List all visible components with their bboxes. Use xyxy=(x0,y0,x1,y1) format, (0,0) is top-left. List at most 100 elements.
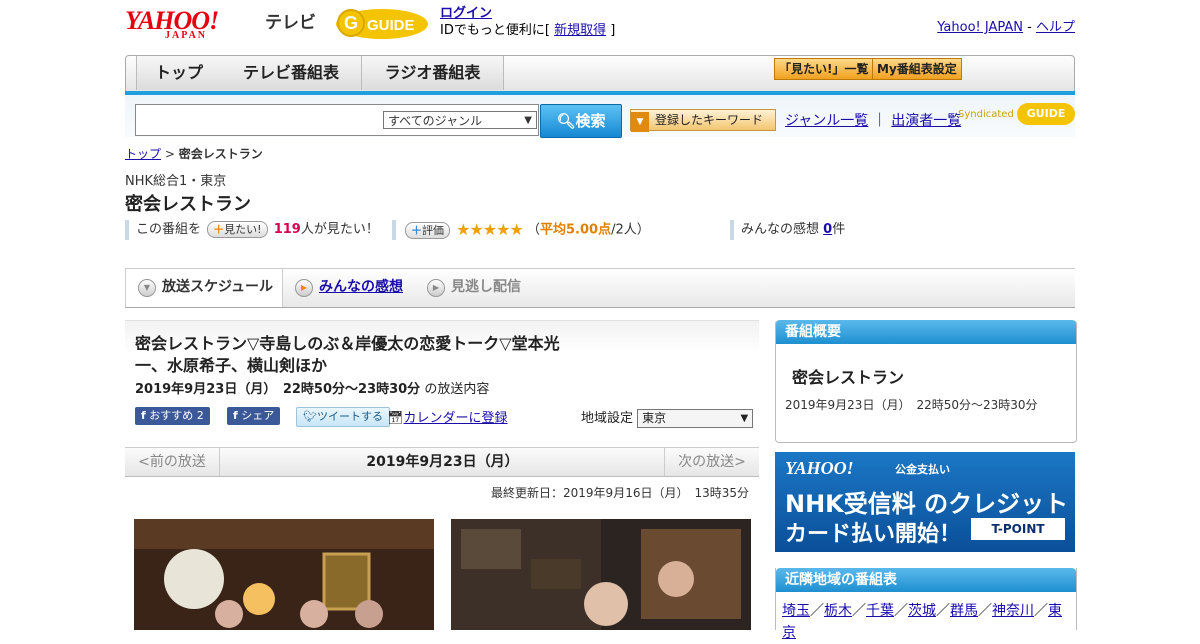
login-link[interactable]: ログイン xyxy=(440,6,492,21)
dropdown-arrow-icon: ▼ xyxy=(524,115,532,126)
pref-link[interactable]: 茨城 xyxy=(908,603,936,619)
current-broadcast-date: 2019年9月23日（月） xyxy=(366,454,519,470)
syndicated-gguide: Syndicated GUIDE xyxy=(958,103,1075,125)
main-nav: トップ テレビ番組表 ラジオ番組表 「見たい!」一覧 My番組表設定 xyxy=(125,55,1075,93)
next-broadcast-button[interactable]: 次の放送> xyxy=(664,448,759,476)
service-name[interactable]: テレビ xyxy=(265,8,316,33)
pref-link[interactable]: 群馬 xyxy=(950,603,978,619)
banner-yahoo-logo: YAHOO! xyxy=(785,458,854,478)
chevron-down-icon: ▼ xyxy=(138,279,156,297)
impressions-unit: 件 xyxy=(832,222,846,237)
tab-schedule[interactable]: ▼ 放送スケジュール xyxy=(125,269,283,307)
genre-links: ジャンル一覧 ｜ 出演者一覧 xyxy=(785,113,962,129)
nearby-heading: 近隣地域の番組表 xyxy=(776,568,1076,592)
pref-sep: ／ xyxy=(810,603,824,619)
facebook-icon: f xyxy=(141,409,146,422)
gguide-small-logo: GUIDE xyxy=(1017,103,1075,125)
yahoo-logo[interactable]: YAHOO! JAPAN xyxy=(125,6,219,41)
nav-tab-radio[interactable]: ラジオ番組表 xyxy=(362,56,504,90)
gguide-logo: G GUIDE xyxy=(336,9,428,39)
search-button-label: 検索 xyxy=(575,112,606,130)
episode-title: 密会レストラン▽寺島しのぶ＆岸優太の恋愛トーク▽堂本光一、水原希子、横山剣ほか xyxy=(135,334,560,375)
signup-link[interactable]: 新規取得 xyxy=(554,23,606,38)
overview-title: 密会レストラン xyxy=(792,368,905,387)
tab-schedule-label: 放送スケジュール xyxy=(162,279,274,295)
nav-tab-top[interactable]: トップ xyxy=(136,56,222,90)
facebook-recommend-button[interactable]: f おすすめ 2 xyxy=(135,407,210,425)
keyword-button-label: 登録したキーワード xyxy=(655,113,764,127)
want-prefix: この番組を xyxy=(136,222,202,237)
impressions-count[interactable]: 0 xyxy=(823,222,832,237)
breadcrumb-sep: > xyxy=(164,147,175,161)
want-button-label: 見たい! xyxy=(224,223,262,236)
program-photo-2 xyxy=(451,519,751,630)
rate-button[interactable]: ＋評価 xyxy=(405,221,450,239)
station-name: NHK総合1・東京 xyxy=(125,174,227,189)
search-button[interactable]: 🔍︎検索 xyxy=(540,104,622,138)
pref-link[interactable]: 神奈川 xyxy=(992,603,1034,619)
rate-button-label: 評価 xyxy=(422,223,444,237)
yahoo-japan-link[interactable]: Yahoo! JAPAN xyxy=(937,20,1023,35)
program-overview: 番組概要 密会レストラン 2019年9月23日（月） 22時50分～23時30分 xyxy=(775,320,1077,443)
prefecture-list: 埼玉／栃木／千葉／茨城／群馬／神奈川／東京 xyxy=(782,600,1070,644)
plus-icon: ＋ xyxy=(411,223,422,237)
pref-link[interactable]: 埼玉 xyxy=(782,603,810,619)
genre-select[interactable]: すべてのジャンル ▼ xyxy=(383,111,537,129)
prev-broadcast-button[interactable]: <前の放送 xyxy=(125,448,220,476)
broadcast-date-nav: <前の放送 2019年9月23日（月） 次の放送> xyxy=(125,447,759,477)
want-count: 119 xyxy=(273,222,301,237)
pref-link[interactable]: 栃木 xyxy=(824,603,852,619)
tweet-button[interactable]: 🐦︎ツイートする xyxy=(296,407,390,427)
page-title: 密会レストラン xyxy=(125,194,251,215)
play-icon: ▶ xyxy=(427,279,445,297)
last-updated: 最終更新日：2019年9月16日（月） 13時35分 xyxy=(491,486,749,500)
performer-list-link[interactable]: 出演者一覧 xyxy=(891,113,961,129)
site-header: YAHOO! JAPAN テレビ G GUIDE ログイン IDでもっと便利に[… xyxy=(125,0,1075,50)
link-separator: - xyxy=(1027,20,1032,35)
gguide-text: GUIDE xyxy=(367,17,415,34)
rating-average: 平均5.00点 xyxy=(540,222,612,238)
calendar-register[interactable]: 📅︎カレンダーに登録 xyxy=(387,407,508,426)
pref-link[interactable]: 千葉 xyxy=(866,603,894,619)
nearby-regions: 近隣地域の番組表 埼玉／栃木／千葉／茨城／群馬／神奈川／東京 xyxy=(775,568,1077,641)
breadcrumb-current: 密会レストラン xyxy=(178,147,263,161)
tab-impressions-label: みんなの感想 xyxy=(319,279,403,295)
impressions-stat: みんなの感想 0件 xyxy=(730,220,845,240)
impressions-label: みんなの感想 xyxy=(741,222,820,237)
program-stats: この番組を ＋見たい! 119人が見たい！ ＋評価 ★★★★★ （平均5.00点… xyxy=(125,220,1075,242)
nav-tab-tv[interactable]: テレビ番組表 xyxy=(221,56,362,90)
want-stat: この番組を ＋見たい! 119人が見たい！ xyxy=(125,220,379,240)
region-select[interactable]: 東京 ▼ xyxy=(637,409,754,428)
fb-share-label: シェア xyxy=(241,409,275,422)
pref-sep: ／ xyxy=(894,603,908,619)
want-suffix: 人が見たい！ xyxy=(300,222,379,237)
rating-stat: ＋評価 ★★★★★ （平均5.00点/2人） xyxy=(392,220,650,240)
triangle-down-icon: ▼ xyxy=(631,112,649,132)
content-tabs: ▼ 放送スケジュール ▶ みんなの感想 ▶ 見逃し配信 xyxy=(125,268,1075,308)
dropdown-arrow-icon: ▼ xyxy=(740,413,749,424)
breadcrumb: トップ > 密会レストラン xyxy=(125,145,263,162)
fb-recommend-label: おすすめ 2 xyxy=(149,409,204,422)
region-setting: 地域設定 東京 ▼ xyxy=(581,407,754,428)
overview-time: 2019年9月23日（月） 22時50分～23時30分 xyxy=(785,398,1038,412)
episode-datetime: 2019年9月23日（月） 22時50分～23時30分 の放送内容 xyxy=(135,378,489,397)
help-link[interactable]: ヘルプ xyxy=(1036,20,1075,35)
rating-people: /2人） xyxy=(611,222,650,238)
twitter-bird-icon: 🐦︎ xyxy=(303,410,317,423)
banner-subtitle: 公金支払い xyxy=(895,463,950,476)
calendar-link: カレンダーに登録 xyxy=(403,411,508,426)
genre-list-link[interactable]: ジャンル一覧 xyxy=(785,113,868,129)
watchlist-button[interactable]: 「見たい!」一覧 xyxy=(774,58,874,80)
keyword-button[interactable]: ▼ 登録したキーワード xyxy=(630,109,776,132)
nhk-payment-banner[interactable]: YAHOO! 公金支払い NHK受信料 のクレジット カード払い開始！ T-PO… xyxy=(775,452,1075,552)
tab-impressions[interactable]: ▶ みんなの感想 xyxy=(283,269,419,306)
genre-select-value: すべてのジャンル xyxy=(388,114,483,128)
top-right-links: Yahoo! JAPAN - ヘルプ xyxy=(937,16,1075,35)
episode-datetime-suffix: の放送内容 xyxy=(424,382,490,397)
episode-box: 密会レストラン▽寺島しのぶ＆岸優太の恋愛トーク▽堂本光一、水原希子、横山剣ほか … xyxy=(125,320,759,446)
login-message: IDでもっと便利に[ xyxy=(440,23,550,38)
my-schedule-button[interactable]: My番組表設定 xyxy=(872,58,962,80)
facebook-share-button[interactable]: f シェア xyxy=(227,407,281,425)
breadcrumb-top[interactable]: トップ xyxy=(125,147,161,161)
want-button[interactable]: ＋見たい! xyxy=(207,221,268,238)
